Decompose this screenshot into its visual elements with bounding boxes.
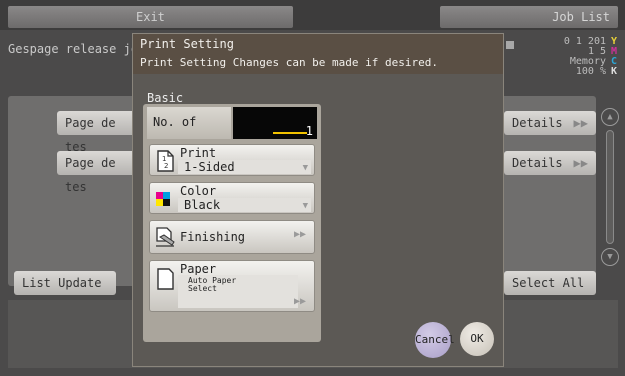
dialog-title: Print Setting — [140, 37, 234, 51]
dialog-header: Print Setting Print Setting Changes can … — [133, 34, 503, 74]
finishing-icon — [156, 227, 175, 247]
memory-percent: 100 % — [575, 66, 606, 77]
one-sided-page-icon: 1 2 — [157, 150, 174, 172]
svg-text:2: 2 — [164, 162, 168, 170]
double-chevron-right-icon: ▶▶ — [573, 156, 588, 170]
print-sided-button[interactable]: 1 2 Print 1-Sided ▼ — [149, 144, 315, 176]
scroll-up-icon[interactable]: ▲ — [601, 108, 619, 126]
print-value-box: 1-Sided — [178, 160, 311, 174]
scroll-down-icon[interactable]: ▼ — [601, 248, 619, 266]
paper-value-box: Auto Paper Select — [178, 275, 298, 308]
dialog-message: Print Setting Changes can be made if des… — [140, 56, 439, 69]
paper-value: Auto Paper Select — [188, 277, 236, 293]
job-list-button[interactable]: Job List — [440, 6, 618, 28]
select-all-button[interactable]: Select All — [504, 271, 596, 295]
color-label: Color — [180, 184, 217, 198]
status-readout: 0 1 201 1 5 Memory 100 % Y M C K — [506, 37, 620, 87]
number-of-sets-input[interactable]: 1 — [233, 107, 317, 139]
details-label: Details — [512, 156, 563, 170]
status-indicator — [506, 41, 514, 49]
ok-button[interactable]: OK — [460, 322, 494, 356]
color-blocks-icon — [156, 192, 170, 206]
cancel-button[interactable]: Cancel — [415, 322, 455, 358]
details-label: Details — [512, 116, 563, 130]
job-row-1[interactable]: Page de tes — [57, 111, 137, 154]
toner-black: K — [610, 66, 617, 77]
basic-section-label: Basic — [147, 91, 184, 105]
paper-value-line-2: Select — [188, 284, 217, 293]
toner-levels: Y M C K — [607, 37, 617, 77]
chevron-down-icon: ▼ — [302, 163, 308, 173]
number-of-sets-value: 1 — [305, 124, 313, 138]
chevron-down-icon: ▼ — [302, 201, 308, 211]
dialog-body: Basic No. of Sets 1 1 2 Print 1-Sided ▼ — [133, 74, 503, 366]
double-chevron-right-icon: ▶▶ — [293, 229, 306, 240]
number-of-sets-row: No. of Sets 1 — [147, 107, 317, 159]
details-button-2[interactable]: Details ▶▶ — [504, 151, 596, 175]
paper-button[interactable]: Paper Auto Paper Select ▶▶ — [149, 260, 315, 312]
print-value: 1-Sided — [184, 160, 235, 174]
input-cursor — [273, 132, 307, 134]
details-button-1[interactable]: Details ▶▶ — [504, 111, 596, 135]
double-chevron-right-icon: ▶▶ — [573, 116, 588, 130]
paper-label: Paper — [180, 262, 217, 276]
finishing-label: Finishing — [180, 230, 246, 244]
list-update-button[interactable]: List Update — [14, 271, 116, 295]
scroll-thumb[interactable] — [606, 130, 614, 244]
exit-button[interactable]: Exit — [8, 6, 293, 28]
print-label: Print — [180, 146, 217, 160]
background-title: Gespage release job — [8, 42, 146, 56]
color-value: Black — [184, 198, 221, 212]
finishing-button[interactable]: Finishing ▶▶ — [149, 220, 315, 254]
top-bar: Exit Job List — [0, 0, 625, 30]
paper-sheet-icon — [157, 268, 174, 290]
double-chevron-right-icon: ▶▶ — [293, 296, 306, 307]
color-mode-button[interactable]: Color Black ▼ — [149, 182, 315, 214]
color-value-box: Black — [178, 198, 311, 212]
scrollbar[interactable]: ▲ ▼ — [601, 108, 619, 268]
job-row-2[interactable]: Page de tes — [57, 151, 137, 194]
print-setting-dialog: Print Setting Print Setting Changes can … — [132, 33, 504, 367]
number-of-sets-label: No. of Sets — [147, 107, 231, 159]
